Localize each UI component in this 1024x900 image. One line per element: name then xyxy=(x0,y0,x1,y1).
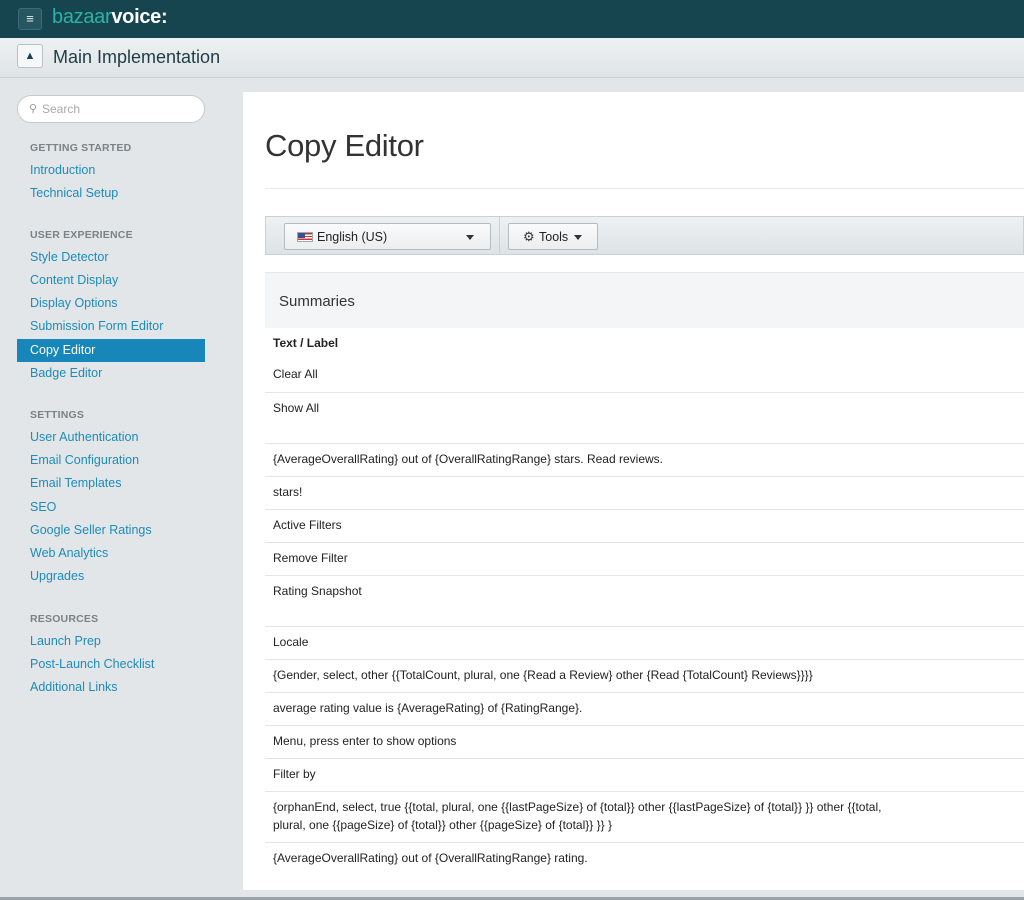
row-text: Rating Snapshot xyxy=(273,584,362,598)
table-row[interactable]: Filter by xyxy=(265,759,1024,792)
table-row[interactable]: Show All xyxy=(265,393,1024,444)
caret-down-icon xyxy=(466,235,474,240)
home-icon[interactable]: ▲ xyxy=(17,44,43,68)
sidebar-item-badge-editor[interactable]: Badge Editor xyxy=(17,362,205,385)
sidebar-item-user-authentication[interactable]: User Authentication xyxy=(17,426,205,449)
us-flag-icon xyxy=(297,232,313,242)
search-input[interactable] xyxy=(42,101,192,117)
language-dropdown[interactable]: English (US) xyxy=(284,223,491,250)
table-row[interactable]: {Gender, select, other {{TotalCount, plu… xyxy=(265,660,1024,693)
row-text: Filter by xyxy=(273,767,316,781)
table-row[interactable]: Remove Filter xyxy=(265,543,1024,576)
table-row[interactable]: Clear All xyxy=(265,359,1024,393)
sidebar-item-seo[interactable]: SEO xyxy=(17,496,205,519)
row-text: Menu, press enter to show options xyxy=(273,734,457,748)
sidebar-item-email-configuration[interactable]: Email Configuration xyxy=(17,449,205,472)
brand-logo[interactable]: bazaarvoice: xyxy=(52,6,168,29)
toolbar: English (US) ⚙ Tools xyxy=(265,216,1024,255)
row-text: Active Filters xyxy=(273,518,342,532)
page-title: Copy Editor xyxy=(265,128,424,163)
tools-label: Tools xyxy=(539,230,569,244)
caret-down-icon xyxy=(574,235,582,240)
sidebar-item-style-detector[interactable]: Style Detector xyxy=(17,246,205,269)
table-row[interactable]: Rating Snapshot xyxy=(265,576,1024,627)
row-text: average rating value is {AverageRating} … xyxy=(273,701,583,715)
search-icon: ⚲ xyxy=(29,103,38,115)
sidebar-item-google-seller-ratings[interactable]: Google Seller Ratings xyxy=(17,519,205,542)
top-bar: ≡ bazaarvoice: xyxy=(0,0,1024,38)
sidebar-heading-resources: RESOURCES xyxy=(30,613,99,625)
sidebar-item-introduction[interactable]: Introduction xyxy=(17,159,205,182)
sidebar-item-display-options[interactable]: Display Options xyxy=(17,292,205,315)
row-text: Show All xyxy=(273,401,320,415)
sidebar-item-post-launch-checklist[interactable]: Post-Launch Checklist xyxy=(17,653,205,676)
sidebar-item-upgrades[interactable]: Upgrades xyxy=(17,565,205,588)
search-box[interactable]: ⚲ xyxy=(17,95,205,123)
row-text: {AverageOverallRating} out of {OverallRa… xyxy=(273,851,588,865)
table-row[interactable]: stars! xyxy=(265,477,1024,510)
card-title: Summaries xyxy=(279,293,355,310)
sidebar: ⚲ GETTING STARTED Introduction Technical… xyxy=(0,79,230,900)
sidebar-item-technical-setup[interactable]: Technical Setup xyxy=(17,182,205,205)
table-row[interactable]: Menu, press enter to show options xyxy=(265,726,1024,759)
column-header-text-label: Text / Label xyxy=(273,336,339,350)
sidebar-item-additional-links[interactable]: Additional Links xyxy=(17,676,205,699)
card-header: Summaries xyxy=(265,272,1024,328)
sidebar-heading-user-experience: USER EXPERIENCE xyxy=(30,229,133,241)
tools-dropdown[interactable]: ⚙ Tools xyxy=(508,223,598,250)
sidebar-item-web-analytics[interactable]: Web Analytics xyxy=(17,542,205,565)
row-text: {orphanEnd, select, true {{total, plural… xyxy=(273,800,882,832)
summaries-card: Summaries Text / Label Clear All Show Al… xyxy=(265,272,1024,890)
table-row[interactable]: average rating value is {AverageRating} … xyxy=(265,693,1024,726)
menu-icon[interactable]: ≡ xyxy=(18,8,42,30)
sidebar-item-launch-prep[interactable]: Launch Prep xyxy=(17,630,205,653)
title-divider xyxy=(265,188,1024,189)
main-panel: Copy Editor English (US) ⚙ Tools Summari… xyxy=(243,92,1024,890)
row-text: Remove Filter xyxy=(273,551,348,565)
toolbar-divider xyxy=(499,217,500,254)
language-label: English (US) xyxy=(317,230,388,244)
sidebar-heading-settings: SETTINGS xyxy=(30,409,85,421)
section-title: Main Implementation xyxy=(53,47,221,67)
sidebar-item-copy-editor[interactable]: Copy Editor xyxy=(17,339,205,362)
gear-icon: ⚙ xyxy=(523,229,535,244)
row-text: Clear All xyxy=(273,367,318,381)
section-header: ▲ Main Implementation xyxy=(0,38,1024,78)
row-text: {AverageOverallRating} out of {OverallRa… xyxy=(273,452,663,466)
row-text: {Gender, select, other {{TotalCount, plu… xyxy=(273,668,813,682)
sidebar-item-content-display[interactable]: Content Display xyxy=(17,269,205,292)
row-text: stars! xyxy=(273,485,303,499)
row-text: Locale xyxy=(273,635,309,649)
table-row[interactable]: {AverageOverallRating} out of {OverallRa… xyxy=(265,444,1024,477)
table-row[interactable]: Locale xyxy=(265,627,1024,660)
sidebar-item-email-templates[interactable]: Email Templates xyxy=(17,472,205,495)
table-row[interactable]: Active Filters xyxy=(265,510,1024,543)
table-row[interactable]: {AverageOverallRating} out of {OverallRa… xyxy=(265,843,1024,876)
table-row[interactable]: {orphanEnd, select, true {{total, plural… xyxy=(265,792,1024,843)
sidebar-heading-getting-started: GETTING STARTED xyxy=(30,142,132,154)
sidebar-item-submission-form-editor[interactable]: Submission Form Editor xyxy=(17,315,205,338)
